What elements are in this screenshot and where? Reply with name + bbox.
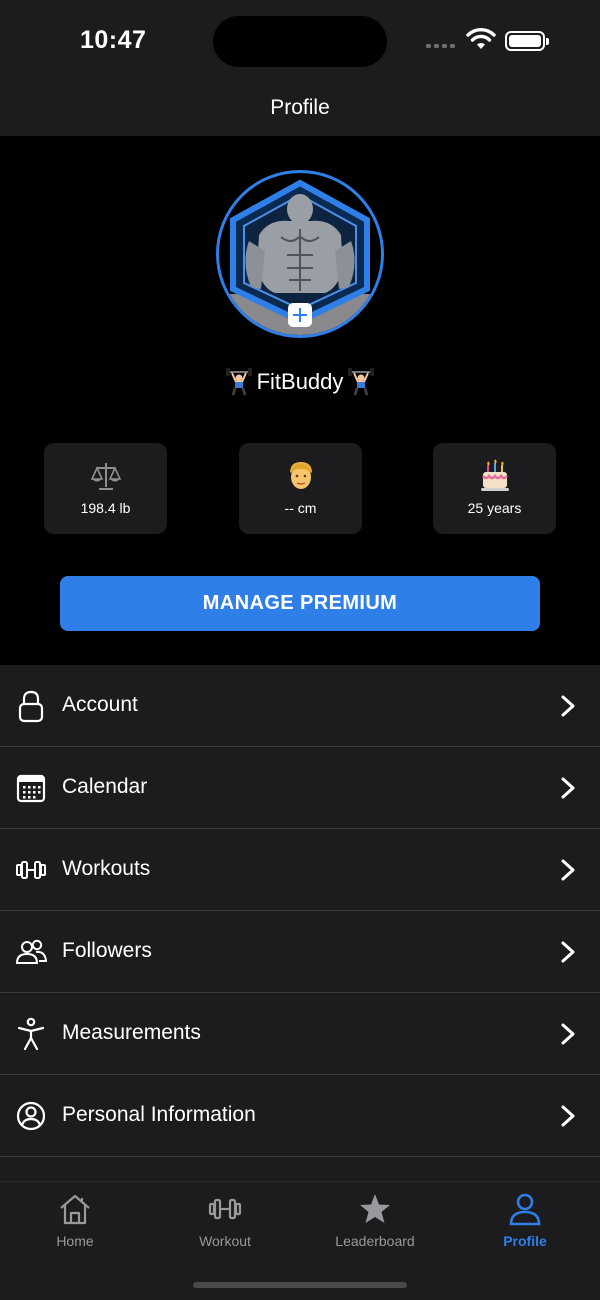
tab-leaderboard[interactable]: Leaderboard (300, 1192, 450, 1252)
person-face-icon (289, 462, 312, 489)
tab-home[interactable]: Home (0, 1192, 150, 1252)
age-value: 25 years (467, 500, 522, 516)
menu-item-label: Account (62, 693, 138, 716)
dynamic-island (213, 16, 387, 67)
add-photo-button[interactable] (288, 303, 312, 327)
username: FitBuddy (256, 369, 344, 394)
menu-item-workouts[interactable]: Workouts (0, 829, 600, 911)
calendar-icon (16, 774, 46, 803)
settings-menu: Account Calendar Workouts Followers Meas… (0, 665, 600, 1181)
profile-screen: 10:47 Profile FitBuddy 198.4 lb -- cm 25… (0, 0, 600, 1300)
menu-item-calendar[interactable]: Calendar (0, 747, 600, 829)
tab-label: Home (56, 1233, 94, 1249)
birthday-cake-icon (480, 459, 509, 491)
manage-premium-button[interactable]: MANAGE PREMIUM (60, 576, 540, 631)
menu-item-label: Measurements (62, 1021, 201, 1044)
dumbbell-icon (16, 861, 46, 879)
age-stat-card[interactable]: 25 years (433, 443, 556, 534)
menu-item-measurements[interactable]: Measurements (0, 993, 600, 1075)
page-title: Profile (270, 96, 330, 119)
username-row: FitBuddy (0, 368, 600, 396)
menu-item-label: Workouts (62, 857, 151, 880)
lock-icon (18, 690, 44, 723)
star-icon (360, 1194, 390, 1223)
battery-icon (505, 31, 549, 51)
height-value: -- cm (284, 500, 317, 516)
people-icon (15, 939, 47, 964)
tab-label: Profile (503, 1233, 547, 1249)
weightlifter-icon (225, 368, 252, 396)
tab-workout[interactable]: Workout (150, 1192, 300, 1252)
menu-item-label: Followers (62, 939, 152, 962)
chevron-right-icon (561, 1105, 575, 1127)
menu-item-label: Personal Information (62, 1103, 256, 1126)
person-icon (509, 1193, 541, 1226)
chevron-right-icon (561, 1023, 575, 1045)
menu-item-followers[interactable]: Followers (0, 911, 600, 993)
chevron-right-icon (561, 859, 575, 881)
house-icon (60, 1194, 90, 1225)
chevron-right-icon (561, 941, 575, 963)
tab-profile[interactable]: Profile (450, 1192, 600, 1252)
height-stat-card[interactable]: -- cm (239, 443, 362, 534)
status-time: 10:47 (80, 26, 147, 54)
body-icon (17, 1017, 45, 1051)
weightlifter-icon (348, 368, 375, 396)
tab-label: Leaderboard (335, 1233, 415, 1249)
weight-value: 198.4 lb (80, 500, 131, 516)
chevron-right-icon (561, 695, 575, 717)
balance-scale-icon (90, 463, 121, 490)
menu-item-personal-information[interactable]: Personal Information (0, 1075, 600, 1157)
wifi-icon (466, 28, 496, 49)
weight-stat-card[interactable]: 198.4 lb (44, 443, 167, 534)
home-indicator (193, 1282, 407, 1288)
menu-item-label: Calendar (62, 775, 148, 798)
person-circle-icon (16, 1101, 46, 1131)
menu-item-account[interactable]: Account (0, 665, 600, 747)
tab-label: Workout (199, 1233, 251, 1249)
dumbbell-icon (208, 1198, 242, 1220)
top-bar: 10:47 Profile (0, 0, 600, 136)
chevron-right-icon (561, 777, 575, 799)
cellular-signal-icon (426, 44, 455, 48)
